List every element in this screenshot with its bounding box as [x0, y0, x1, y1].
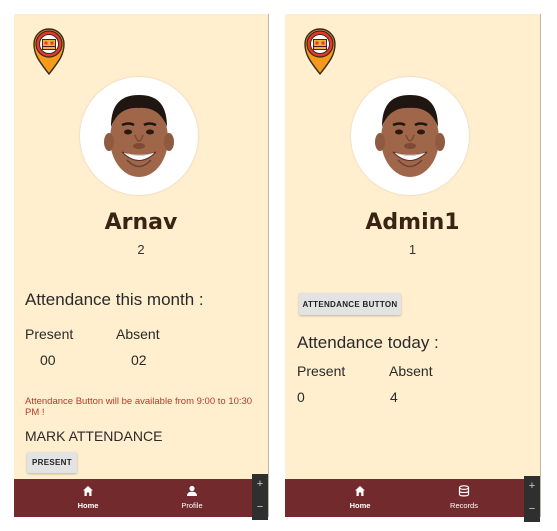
- location-school-logo-icon: [304, 28, 336, 75]
- user-name: Arnav: [104, 210, 178, 235]
- zoom-in-button[interactable]: +: [252, 474, 268, 497]
- attendance-heading: Attendance this month :: [25, 290, 204, 309]
- bottom-tab-bar: Home Profile: [14, 479, 268, 517]
- absent-count: 4: [390, 389, 398, 405]
- absent-count: 02: [131, 352, 147, 368]
- present-label: Present: [297, 363, 346, 379]
- tab-home-label: Home: [77, 501, 99, 510]
- attendance-heading: Attendance today :: [297, 333, 439, 352]
- absent-label: Absent: [389, 363, 433, 379]
- bottom-tab-bar: Home Records: [285, 479, 540, 517]
- availability-notice: Attendance Button will be available from…: [25, 396, 253, 418]
- profile-photo: [102, 93, 176, 179]
- tab-home[interactable]: Home: [43, 479, 133, 517]
- zoom-out-button[interactable]: −: [524, 499, 540, 522]
- location-school-logo-icon: [33, 28, 65, 75]
- profile-photo: [373, 93, 447, 179]
- tab-records[interactable]: Records: [419, 479, 509, 517]
- attendance-button[interactable]: ATTENDANCE BUTTON: [299, 293, 401, 315]
- tab-home[interactable]: Home: [315, 479, 405, 517]
- zoom-in-button[interactable]: +: [524, 476, 540, 499]
- avatar: [80, 77, 198, 195]
- zoom-out-button[interactable]: −: [252, 497, 268, 520]
- user-name: Admin1: [365, 210, 460, 235]
- avatar: [351, 77, 469, 195]
- database-icon: [458, 485, 470, 497]
- person-icon: [187, 485, 197, 496]
- tab-records-label: Records: [450, 501, 478, 510]
- present-count: 00: [40, 352, 56, 368]
- mark-attendance-label: MARK ATTENDANCE: [25, 428, 163, 444]
- present-label: Present: [25, 326, 74, 342]
- tab-profile-label: Profile: [181, 501, 203, 510]
- user-id-number: 1: [408, 242, 417, 257]
- tab-profile[interactable]: Profile: [147, 479, 237, 517]
- admin-home-screen: Admin1 1 ATTENDANCE BUTTON Attendance to…: [285, 14, 541, 517]
- student-home-screen: Arnav 2 Attendance this month : Present …: [14, 14, 269, 517]
- present-count: 0: [297, 389, 305, 405]
- tab-home-label: Home: [349, 501, 371, 510]
- home-icon: [83, 486, 93, 496]
- zoom-controls-left: + −: [252, 474, 268, 520]
- user-id-number: 2: [137, 242, 145, 257]
- home-icon: [355, 486, 365, 496]
- absent-label: Absent: [116, 326, 160, 342]
- zoom-controls-right: + −: [524, 476, 540, 522]
- present-button[interactable]: PRESENT: [27, 452, 77, 473]
